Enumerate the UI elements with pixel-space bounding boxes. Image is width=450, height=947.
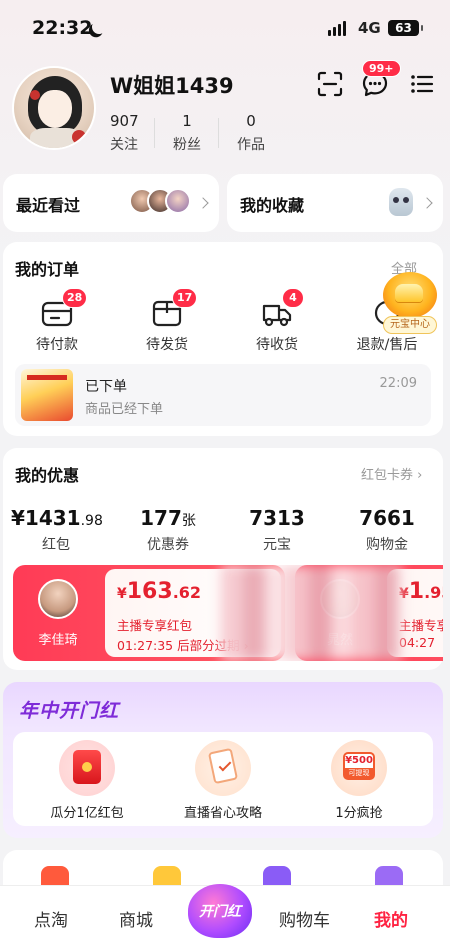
recently-viewed-card[interactable]: 最近看过 [3,174,219,232]
orders-title: 我的订单 [15,260,80,279]
battery-icon: 63 [388,20,423,36]
chevron-right-icon [197,197,209,209]
tab-diantao[interactable]: 点淘 [34,906,68,931]
campaign-live-guide[interactable]: 直播省心攻略 [163,740,283,821]
message-badge: 99+ [362,60,401,77]
orders-card: 我的订单 全部 28 待付款 17 待发货 4 待收货 退款/售后 已下单 商品… [3,242,443,436]
profile-header: W姐姐1439 907 关注 1 粉丝 0 作品 99+ [0,56,450,166]
stat-works[interactable]: 0 作品 [236,112,266,154]
order-pending-shipment[interactable]: 17 待发货 [127,288,207,354]
order-status: 已下单 [85,379,127,395]
coupon-timer: 04:27 [399,635,436,650]
tab-cart[interactable]: 购物车 [279,906,330,931]
recently-viewed-title: 最近看过 [16,196,81,215]
scan-icon[interactable] [316,70,344,98]
stat-coupons[interactable]: 177张 优惠券 [123,506,213,554]
red-packet-icon [59,740,115,796]
do-not-disturb-icon [90,18,108,36]
host-avatar [38,579,78,619]
tab-campaign[interactable]: 开门红 [188,884,252,938]
campaign-items: 瓜分1亿红包 直播省心攻略 ¥500 可提现 1分疯抢 [13,732,433,826]
gold-center-label: 元宝中心 [383,316,437,334]
favorites-title: 我的收藏 [240,196,305,215]
campaign-flash-sale[interactable]: ¥500 可提现 1分疯抢 [299,740,419,821]
coupon-description: 主播专享红包 [117,618,193,633]
username[interactable]: W姐姐1439 [110,70,234,100]
stat-followers[interactable]: 1 粉丝 [172,112,202,154]
owl-icon [389,188,413,216]
host-name: 李佳琦 [38,633,78,648]
order-badge: 17 [172,288,198,308]
favorites-card[interactable]: 我的收藏 [227,174,443,232]
redacted-area [221,565,401,661]
order-badge: 4 [282,288,304,308]
bottom-tab-bar: 点淘 商城 开门红 购物车 我的 [0,884,450,947]
order-time: 22:09 [379,376,417,391]
recent-avatar [165,188,191,214]
order-pending-payment[interactable]: 28 待付款 [17,288,97,354]
coupons-card: 我的优惠 红包卡券 › ¥1431.98 红包 177张 优惠券 7313 元宝… [3,448,443,670]
cash-voucher-icon: ¥500 可提现 [331,740,387,796]
order-pending-receipt[interactable]: 4 待收货 [237,288,317,354]
signal-icon [328,21,346,36]
stat-following[interactable]: 907 关注 [110,112,139,154]
divider [218,118,219,148]
menu-icon[interactable] [408,70,436,98]
stat-shopping-gold[interactable]: 7661 购物金 [342,506,432,554]
campaign-card[interactable]: 年中开门红 瓜分1亿红包 直播省心攻略 ¥500 可提现 1分疯抢 [3,682,443,838]
order-badge: 28 [62,288,88,308]
stat-red-packet[interactable]: ¥1431.98 红包 [11,506,103,554]
status-time: 22:32 [32,17,93,39]
guide-icon [195,740,251,796]
latest-order[interactable]: 已下单 商品已经下单 22:09 [15,364,431,426]
tab-mall[interactable]: 商城 [119,906,153,931]
order-thumbnail [21,369,73,421]
avatar[interactable] [12,66,96,150]
chevron-right-icon [421,197,433,209]
network-type: 4G [358,19,381,37]
coupons-more-link[interactable]: 红包卡券 › [361,464,422,483]
coupons-title: 我的优惠 [15,466,80,485]
coupon-description: 主播专享 [399,618,443,633]
campaign-title: 年中开门红 [19,700,120,722]
stat-gold-ingot[interactable]: 7313 元宝 [232,506,322,554]
coupon-carousel[interactable]: 李佳琦 ¥163.62 主播专享红包 01:27:35 后部分过期 › 晁然 ¥… [13,565,443,661]
order-description: 商品已经下单 [85,402,164,417]
status-bar: 22:32 4G 63 [0,0,450,56]
gold-center-float-button[interactable]: 元宝中心 [381,272,439,336]
campaign-red-packet[interactable]: 瓜分1亿红包 [27,740,147,821]
tab-me[interactable]: 我的 [374,906,408,931]
divider [154,118,155,148]
gold-ingot-icon [395,284,423,302]
